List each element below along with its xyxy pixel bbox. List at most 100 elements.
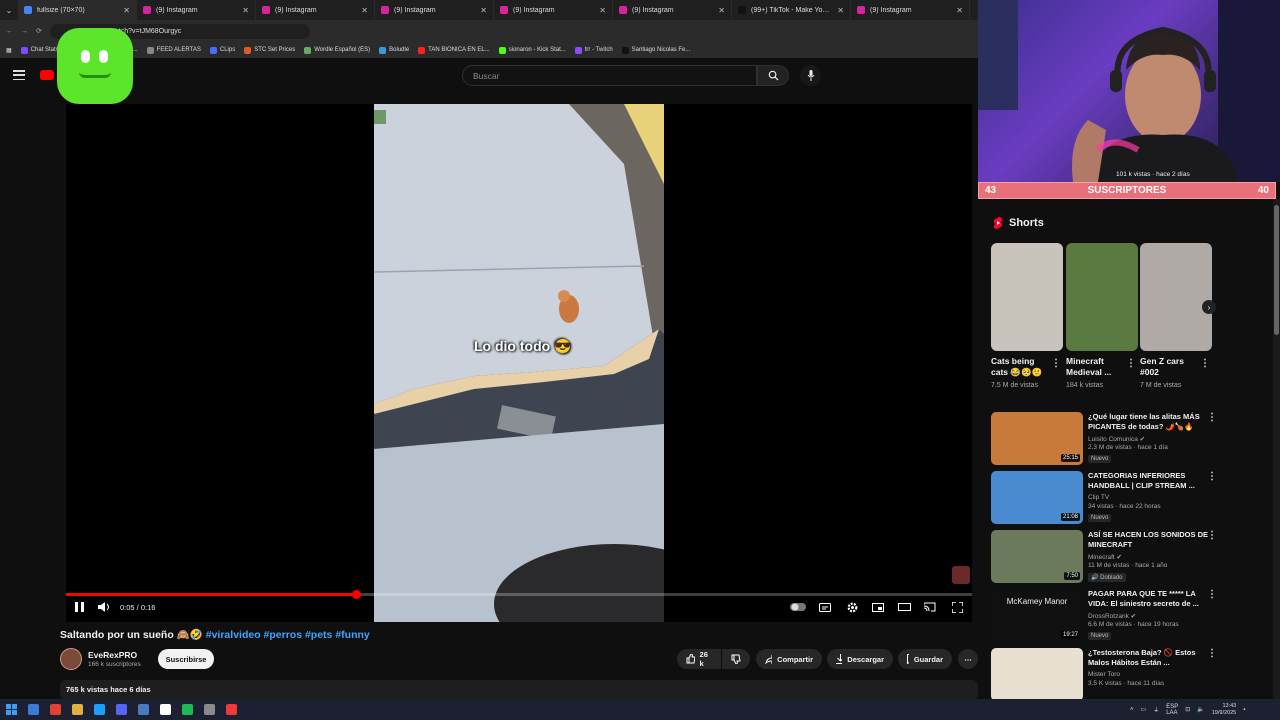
browser-tab[interactable]: (9) Instagram ✕	[613, 0, 732, 20]
settings-button[interactable]	[845, 600, 859, 614]
short-title[interactable]: Gen Z cars #002	[1140, 356, 1202, 378]
channel-name[interactable]: Luisito Comunica ✔	[1088, 435, 1145, 443]
taskbar-app-icon[interactable]	[132, 699, 154, 720]
video-thumbnail[interactable]: McKamey Manor 19:27	[991, 589, 1083, 642]
start-button[interactable]	[0, 699, 22, 720]
network-icon[interactable]: ⊡	[1185, 706, 1190, 713]
subtitles-button[interactable]	[818, 600, 832, 614]
more-options-icon[interactable]: ⋮	[1207, 530, 1217, 541]
close-tab-icon[interactable]: ✕	[956, 6, 963, 15]
browser-tab[interactable]: fullsize (70×70) ✕	[18, 0, 137, 20]
video-title[interactable]: ¿Testosterona Baja? 🚫 Estos Malos Hábito…	[1088, 648, 1210, 668]
video-thumbnail[interactable]	[991, 648, 1083, 701]
taskbar-app-icon[interactable]	[198, 699, 220, 720]
save-button[interactable]: Guardar	[898, 649, 952, 669]
video-title[interactable]: CATEGORIAS INFERIORES HANDBALL | CLIP ST…	[1088, 471, 1210, 491]
browser-tab[interactable]: (9) Instagram ✕	[375, 0, 494, 20]
usb-icon[interactable]: ⏚	[1153, 705, 1159, 714]
bookmark-item[interactable]: STC Set Prices	[244, 46, 295, 54]
taskbar-app-icon[interactable]	[44, 699, 66, 720]
channel-avatar[interactable]	[60, 648, 82, 670]
close-tab-icon[interactable]: ✕	[361, 6, 368, 15]
channel-name[interactable]: Mister Toro	[1088, 671, 1120, 678]
youtube-logo[interactable]	[40, 70, 54, 80]
bookmark-item[interactable]: Wordle Español (ES)	[304, 46, 370, 54]
close-tab-icon[interactable]: ✕	[718, 6, 725, 15]
video-title[interactable]: PAGAR PARA QUE TE ***** LA VIDA: El sini…	[1088, 589, 1210, 609]
bookmark-item[interactable]: TAN BIONICA EN EL...	[418, 46, 490, 54]
taskbar-app-icon[interactable]	[22, 699, 44, 720]
video-title-hashtags[interactable]: #viralvideo #perros #pets #funny	[206, 629, 370, 641]
more-options-icon[interactable]: ⋮	[1207, 412, 1217, 423]
more-actions-button[interactable]: ⋯	[958, 649, 978, 669]
video-thumbnail[interactable]: 7:50	[991, 530, 1083, 583]
more-options-icon[interactable]: ⋮	[1207, 589, 1217, 600]
taskbar-app-icon[interactable]	[66, 699, 88, 720]
short-thumbnail[interactable]	[1066, 243, 1138, 351]
close-tab-icon[interactable]: ✕	[242, 6, 249, 15]
short-more-icon[interactable]: ⋮	[1051, 358, 1061, 369]
recommended-video[interactable]: ¿Testosterona Baja? 🚫 Estos Malos Hábito…	[991, 648, 1221, 704]
language-indicator[interactable]: ESP LAA	[1166, 704, 1178, 716]
miniplayer-button[interactable]	[871, 600, 885, 614]
short-more-icon[interactable]: ⋮	[1126, 358, 1136, 369]
close-tab-icon[interactable]: ✕	[599, 6, 606, 15]
taskbar-app-icon[interactable]	[220, 699, 242, 720]
volume-tray-icon[interactable]: 🔈	[1197, 706, 1204, 713]
video-thumbnail[interactable]: 21:08	[991, 471, 1083, 524]
volume-button[interactable]	[97, 600, 111, 614]
channel-name[interactable]: Clip TV	[1088, 494, 1109, 501]
clock[interactable]: 13:43 19/9/2025	[1212, 703, 1236, 717]
search-button[interactable]	[757, 65, 789, 86]
browser-tab[interactable]: (99+) TikTok - Make Your Day ✕	[732, 0, 851, 20]
close-tab-icon[interactable]: ✕	[480, 6, 487, 15]
taskbar-app-icon[interactable]	[176, 699, 198, 720]
close-tab-icon[interactable]: ✕	[123, 6, 130, 15]
download-button[interactable]: Descargar	[827, 649, 893, 669]
reload-icon[interactable]: ⟳	[36, 27, 42, 35]
channel-watermark[interactable]	[952, 566, 970, 584]
browser-tab[interactable]: (9) Instagram ✕	[137, 0, 256, 20]
search-input[interactable]: Buscar	[462, 65, 757, 86]
dislike-button[interactable]	[722, 649, 750, 669]
video-title[interactable]: ASÍ SE HACEN LOS SONIDOS DE MINECRAFT	[1088, 530, 1210, 550]
channel-name[interactable]: Minecraft ✔	[1088, 553, 1122, 561]
close-tab-icon[interactable]: ✕	[837, 6, 844, 15]
cast-button[interactable]	[923, 600, 937, 614]
short-title[interactable]: Cats being cats 😂🥺🙂	[991, 356, 1053, 378]
theater-mode-button[interactable]	[897, 600, 911, 614]
hamburger-menu-icon[interactable]	[13, 70, 25, 80]
chevron-up-icon[interactable]: ˄	[1130, 707, 1134, 713]
forward-icon[interactable]: →	[21, 28, 28, 35]
short-title[interactable]: Minecraft Medieval ...	[1066, 356, 1128, 378]
like-button[interactable]: 26 k	[677, 649, 721, 669]
shorts-next-button[interactable]: ›	[1202, 300, 1216, 314]
taskbar-app-icon[interactable]	[88, 699, 110, 720]
bookmark-item[interactable]: trr - Twitch	[574, 46, 613, 54]
more-options-icon[interactable]: ⋮	[1207, 648, 1217, 659]
recommended-video[interactable]: 21:08 CATEGORIAS INFERIORES HANDBALL | CL…	[991, 471, 1221, 527]
browser-tab[interactable]: (9) Instagram ✕	[256, 0, 375, 20]
bookmark-item[interactable]: Santiago Nicolas Fe...	[621, 46, 690, 54]
scrollbar-thumb[interactable]	[1274, 205, 1279, 335]
recommended-video[interactable]: 7:50 ASÍ SE HACEN LOS SONIDOS DE MINECRAF…	[991, 530, 1221, 586]
channel-name[interactable]: EveRexPRO	[88, 650, 137, 660]
bookmark-item[interactable]: sionaron - Kick Stat...	[498, 46, 566, 54]
pause-button[interactable]	[72, 600, 86, 614]
autoplay-toggle[interactable]	[789, 600, 807, 614]
bookmark-item[interactable]: Boludle	[379, 46, 409, 54]
taskbar-app-icon[interactable]	[154, 699, 176, 720]
browser-tab[interactable]: (9) Instagram ✕	[494, 0, 613, 20]
voice-search-button[interactable]	[800, 65, 821, 86]
bookmark-item[interactable]: FEED ALERTAS	[146, 46, 201, 54]
battery-icon[interactable]: ▭	[1141, 706, 1147, 713]
more-options-icon[interactable]: ⋮	[1207, 471, 1217, 482]
bookmark-item[interactable]: Chat Stats	[20, 46, 59, 54]
video-frame[interactable]	[374, 104, 664, 622]
recommended-video[interactable]: 25:15 ¿Qué lugar tiene las alitas MÁS PIC…	[991, 412, 1221, 468]
tab-search-chevron-icon[interactable]: ⌄	[0, 0, 18, 20]
back-icon[interactable]: ←	[6, 28, 13, 35]
short-thumbnail[interactable]	[991, 243, 1063, 351]
progress-scrubber[interactable]	[351, 590, 361, 599]
channel-name[interactable]: DrossRotzank ✔	[1088, 612, 1136, 620]
